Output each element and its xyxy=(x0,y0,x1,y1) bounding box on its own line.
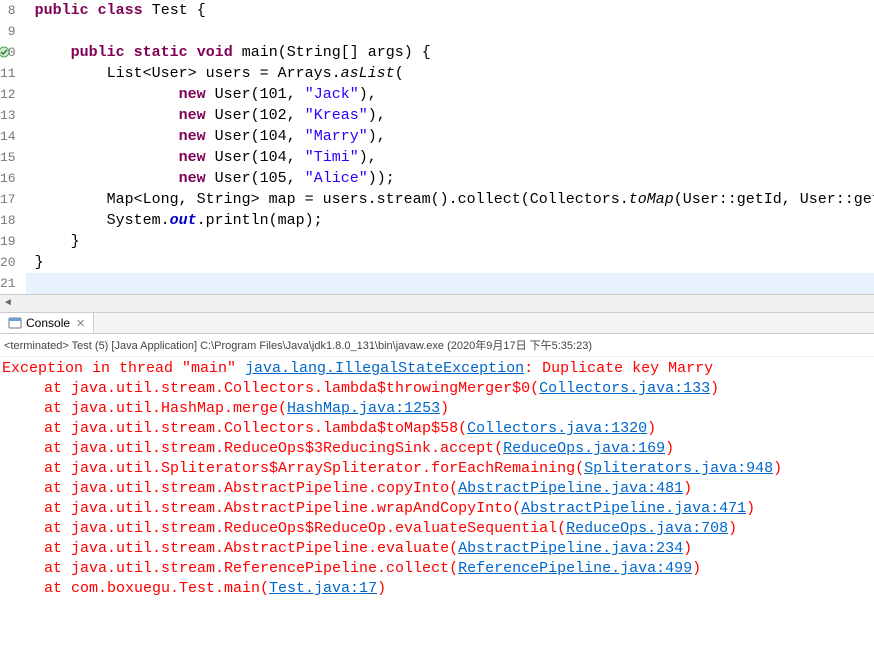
stack-frame-text: at com.boxuegu.Test.main( xyxy=(44,580,269,597)
ln-19: 19 xyxy=(0,231,16,252)
stack-frame: at java.util.stream.ReferencePipeline.co… xyxy=(2,559,872,579)
ln-14: 14 xyxy=(0,126,16,147)
exception-header-line: Exception in thread "main" java.lang.Ill… xyxy=(2,359,872,379)
code-line[interactable]: } xyxy=(26,231,874,252)
stack-frame-text: ) xyxy=(773,460,782,477)
stack-frame: at java.util.stream.Collectors.lambda$to… xyxy=(2,419,872,439)
ln-17: 17 xyxy=(0,189,16,210)
code-line[interactable]: public static void main(String[] args) { xyxy=(26,42,874,63)
stack-frame-text: ) xyxy=(692,560,701,577)
scroll-left-icon[interactable]: ◄ xyxy=(0,296,16,312)
stack-frame-link[interactable]: AbstractPipeline.java:234 xyxy=(458,540,683,557)
ln-8: 8 xyxy=(0,0,16,21)
stack-frame-text: ) xyxy=(728,520,737,537)
stack-frame-link[interactable]: ReferencePipeline.java:499 xyxy=(458,560,692,577)
stack-frame-link[interactable]: Test.java:17 xyxy=(269,580,377,597)
stack-frame-link[interactable]: Collectors.java:1320 xyxy=(467,420,647,437)
close-icon[interactable]: ✕ xyxy=(74,317,87,330)
code-area[interactable]: public class Test { public static void m… xyxy=(22,0,874,294)
stack-frame-text: at java.util.stream.AbstractPipeline.wra… xyxy=(44,500,521,517)
stack-frame-text: ) xyxy=(665,440,674,457)
stack-frame-text: at java.util.Spliterators$ArraySpliterat… xyxy=(44,460,584,477)
stack-frame-text: ) xyxy=(683,540,692,557)
stack-frame-text: at java.util.stream.Collectors.lambda$th… xyxy=(44,380,539,397)
code-line[interactable]: new User(102, "Kreas"), xyxy=(26,105,874,126)
stack-frame: at java.util.stream.AbstractPipeline.eva… xyxy=(2,539,872,559)
code-line[interactable]: public class Test { xyxy=(26,0,874,21)
console-icon xyxy=(8,316,22,330)
stack-frame-text: ) xyxy=(647,420,656,437)
code-line[interactable]: List<User> users = Arrays.asList( xyxy=(26,63,874,84)
stack-frame: at java.util.Spliterators$ArraySpliterat… xyxy=(2,459,872,479)
editor-horizontal-scrollbar[interactable]: ◄ xyxy=(0,294,874,312)
code-line[interactable]: new User(101, "Jack"), xyxy=(26,84,874,105)
stack-frame-link[interactable]: Collectors.java:133 xyxy=(539,380,710,397)
stack-frame: at java.util.stream.AbstractPipeline.cop… xyxy=(2,479,872,499)
ln-15: 15 xyxy=(0,147,16,168)
stack-frame: at java.util.stream.ReduceOps$3ReducingS… xyxy=(2,439,872,459)
code-line[interactable]: new User(104, "Timi"), xyxy=(26,147,874,168)
stack-frame-text: at java.util.stream.AbstractPipeline.eva… xyxy=(44,540,458,557)
ln-12: 12 xyxy=(0,84,16,105)
stack-frame-text: ) xyxy=(746,500,755,517)
stack-frame-link[interactable]: AbstractPipeline.java:481 xyxy=(458,480,683,497)
stack-frame-link[interactable]: Spliterators.java:948 xyxy=(584,460,773,477)
exception-class-link[interactable]: java.lang.IllegalStateException xyxy=(245,360,524,377)
console-tab-label: Console xyxy=(26,316,70,330)
code-line[interactable] xyxy=(26,21,874,42)
stack-frame-link[interactable]: AbstractPipeline.java:471 xyxy=(521,500,746,517)
code-line[interactable]: Map<Long, String> map = users.stream().c… xyxy=(26,189,874,210)
stack-frame-text: at java.util.stream.ReduceOps$3ReducingS… xyxy=(44,440,503,457)
console-tab[interactable]: Console ✕ xyxy=(0,313,94,333)
stack-frame-text: at java.util.stream.ReferencePipeline.co… xyxy=(44,560,458,577)
ln-16: 16 xyxy=(0,168,16,189)
stack-frame: at java.util.stream.Collectors.lambda$th… xyxy=(2,379,872,399)
console-view-header: Console ✕ xyxy=(0,312,874,334)
stack-frame-link[interactable]: ReduceOps.java:708 xyxy=(566,520,728,537)
stack-frame: at java.util.HashMap.merge(HashMap.java:… xyxy=(2,399,872,419)
ln-18: 18 xyxy=(0,210,16,231)
stack-frame-link[interactable]: HashMap.java:1253 xyxy=(287,400,440,417)
override-marker-icon xyxy=(0,44,10,56)
stack-frame-text: ) xyxy=(710,380,719,397)
code-line[interactable]: new User(105, "Alice")); xyxy=(26,168,874,189)
ln-10: 10 xyxy=(0,42,16,63)
stack-frame-text: ) xyxy=(440,400,449,417)
stack-frame-text: at java.util.HashMap.merge( xyxy=(44,400,287,417)
code-editor[interactable]: 8 9 10 11 12 13 14 15 16 17 18 19 20 21 … xyxy=(0,0,874,294)
console-launch-info: <terminated> Test (5) [Java Application]… xyxy=(0,334,874,357)
ln-20: 20 xyxy=(0,252,16,273)
code-line[interactable]: } xyxy=(26,252,874,273)
ln-21: 21 xyxy=(0,273,16,294)
ln-11: 11 xyxy=(0,63,16,84)
code-line[interactable]: new User(104, "Marry"), xyxy=(26,126,874,147)
stack-frame-text: ) xyxy=(377,580,386,597)
stack-frame-text: at java.util.stream.Collectors.lambda$to… xyxy=(44,420,467,437)
ln-9: 9 xyxy=(0,21,16,42)
line-number-gutter: 8 9 10 11 12 13 14 15 16 17 18 19 20 21 xyxy=(0,0,22,294)
code-line[interactable]: System.out.println(map); xyxy=(26,210,874,231)
console-output[interactable]: Exception in thread "main" java.lang.Ill… xyxy=(0,357,874,607)
code-line-current[interactable] xyxy=(26,273,874,294)
stack-frame: at java.util.stream.AbstractPipeline.wra… xyxy=(2,499,872,519)
stack-frame-text: ) xyxy=(683,480,692,497)
stack-frame-text: at java.util.stream.AbstractPipeline.cop… xyxy=(44,480,458,497)
ln-13: 13 xyxy=(0,105,16,126)
stack-frame-link[interactable]: ReduceOps.java:169 xyxy=(503,440,665,457)
stack-frame-text: at java.util.stream.ReduceOps$ReduceOp.e… xyxy=(44,520,566,537)
stack-frame: at com.boxuegu.Test.main(Test.java:17) xyxy=(2,579,872,599)
stack-frame: at java.util.stream.ReduceOps$ReduceOp.e… xyxy=(2,519,872,539)
